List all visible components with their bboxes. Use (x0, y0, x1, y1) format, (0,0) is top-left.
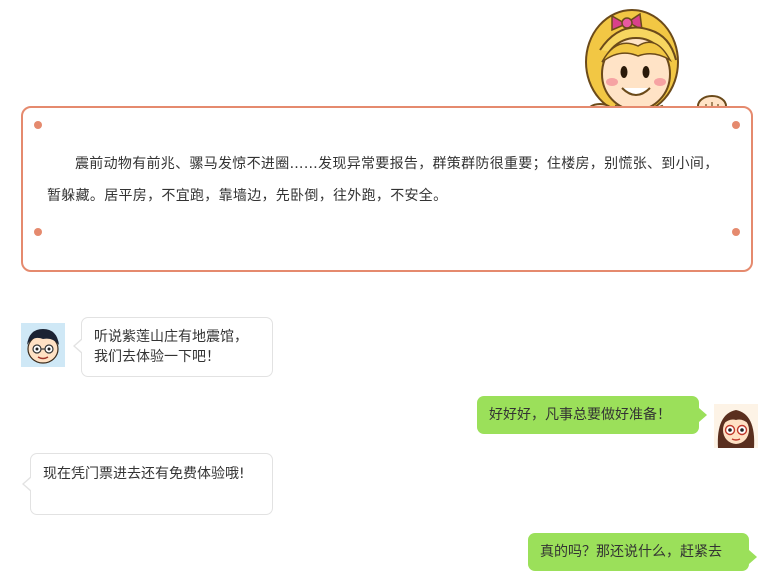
bubble-tail (24, 477, 32, 491)
message-text: 真的吗？那还说什么，赶紧去 (540, 544, 722, 560)
message-text: 好好好，凡事总要做好准备！ (489, 407, 671, 423)
notice-card: 震前动物有前兆、骡马发惊不进圈……发现异常要报告，群策群防很重要；住楼房，别慌张… (21, 106, 753, 272)
girl-avatar-icon (714, 404, 758, 448)
corner-dot (732, 121, 740, 129)
chat-bubble-right: 好好好，凡事总要做好准备！ (477, 396, 707, 434)
message-text: 现在凭门票进去还有免费体验哦! (43, 466, 245, 482)
message-text: 听说紫莲山庄有地震馆，我们去体验一下吧！ (94, 329, 248, 365)
corner-dot (732, 228, 740, 236)
bubble-tail (699, 408, 707, 422)
corner-dot (34, 228, 42, 236)
chat-bubble-left: 听说紫莲山庄有地震馆，我们去体验一下吧！ (73, 317, 273, 377)
notice-text: 震前动物有前兆、骡马发惊不进圈……发现异常要报告，群策群防很重要；住楼房，别慌张… (47, 156, 719, 204)
boy-avatar-icon (21, 323, 65, 367)
bubble-tail (75, 339, 83, 353)
chat-bubble-right: 真的吗？那还说什么，赶紧去 (528, 533, 757, 571)
bubble-tail (749, 550, 757, 564)
chat-bubble-left: 现在凭门票进去还有免费体验哦! (22, 453, 273, 515)
corner-dot (34, 121, 42, 129)
